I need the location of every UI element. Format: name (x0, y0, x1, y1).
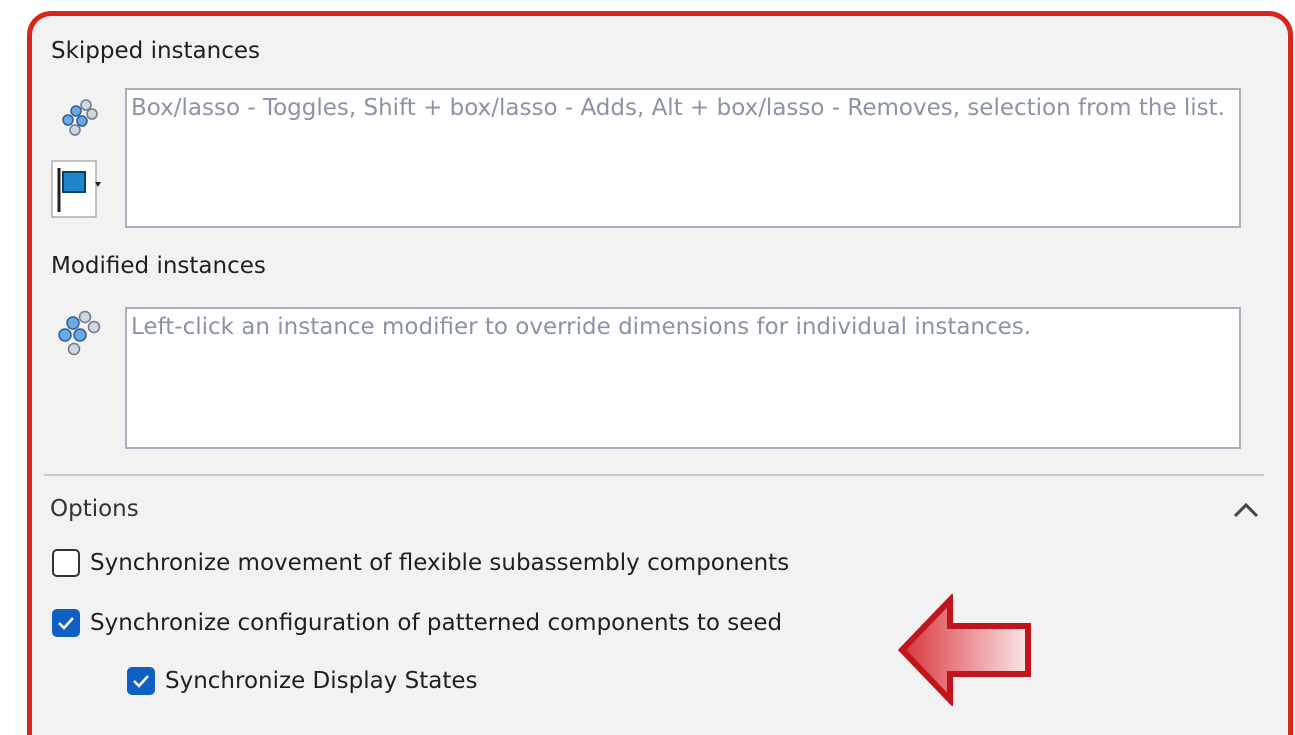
sync-movement-label: Synchronize movement of flexible subasse… (90, 550, 790, 576)
modified-instances-heading: Modified instances (51, 253, 266, 279)
sync-configuration-label: Synchronize configuration of patterned c… (90, 610, 783, 636)
skipped-instances-heading: Skipped instances (51, 38, 260, 64)
sync-configuration-checkbox[interactable] (52, 609, 80, 637)
options-heading: Options (50, 496, 139, 522)
sync-display-states-label: Synchronize Display States (165, 668, 478, 694)
instance-modifier-icon[interactable] (56, 309, 104, 359)
highlight-arrow-icon (898, 594, 1031, 706)
skipped-instances-list[interactable]: Box/lasso - Toggles, Shift + box/lasso -… (125, 88, 1241, 228)
option-sync-display-states[interactable]: Synchronize Display States (127, 667, 478, 695)
option-sync-movement[interactable]: Synchronize movement of flexible subasse… (52, 549, 789, 577)
sync-movement-checkbox[interactable] (52, 549, 80, 577)
sync-display-states-checkbox[interactable] (127, 667, 155, 695)
modified-instances-list[interactable]: Left-click an instance modifier to overr… (125, 307, 1241, 449)
section-divider (44, 474, 1264, 476)
checkmark-icon (58, 617, 74, 630)
option-sync-configuration[interactable]: Synchronize configuration of patterned c… (52, 609, 782, 637)
feature-properties-panel: Skipped instances Box/lasso - Toggles, S… (27, 11, 1293, 735)
selection-filter-flag-icon[interactable] (51, 160, 101, 218)
checkmark-icon (133, 675, 149, 688)
collapse-chevron-icon[interactable] (1232, 500, 1260, 520)
pattern-instances-icon[interactable] (58, 96, 102, 140)
